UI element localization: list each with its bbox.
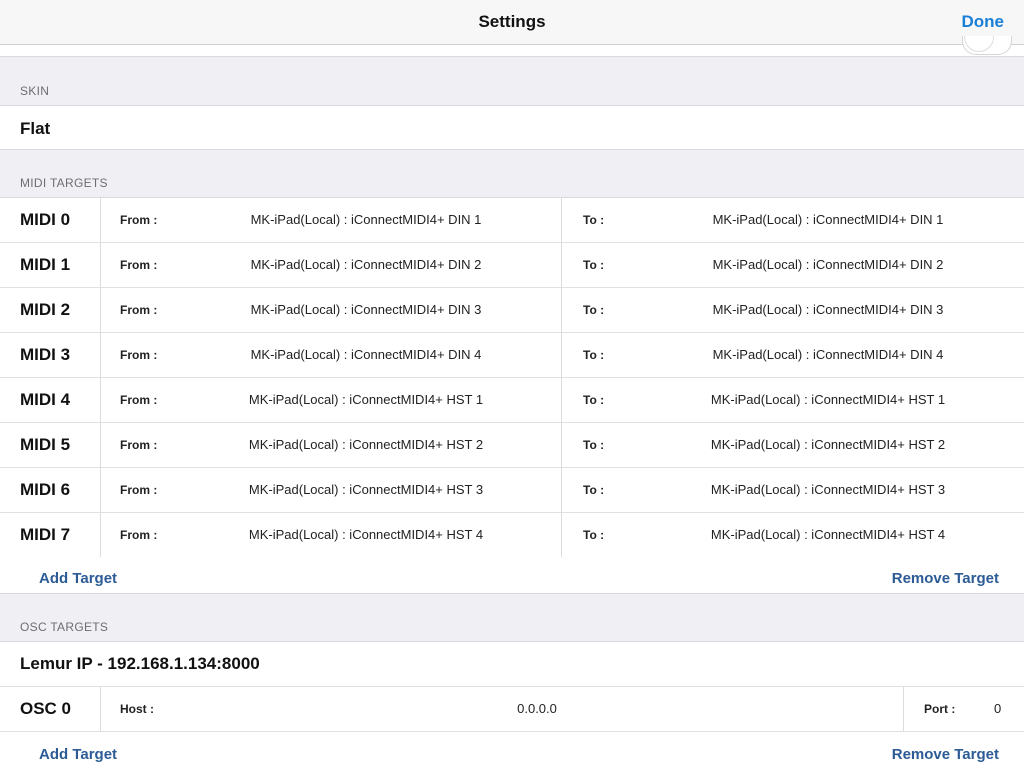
- midi-target-name: MIDI 5: [20, 435, 71, 454]
- midi-to-value[interactable]: MK-iPad(Local) : iConnectMIDI4+ DIN 1: [713, 212, 944, 227]
- midi-target-name: MIDI 3: [20, 345, 71, 364]
- midi-target-row[interactable]: MIDI 0 From : MK-iPad(Local) : iConnectMID…: [0, 198, 1024, 243]
- midi-to-value[interactable]: MK-iPad(Local) : iConnectMIDI4+ DIN 4: [713, 347, 944, 362]
- midi-to-divider: [561, 198, 562, 242]
- midi-name-divider: [100, 333, 101, 377]
- midi-to-divider: [561, 423, 562, 467]
- osc-name: OSC 0: [20, 699, 72, 718]
- midi-to-label: To :: [583, 393, 605, 407]
- midi-target-name: MIDI 4: [20, 390, 71, 409]
- midi-from-label: From :: [120, 213, 158, 227]
- midi-from-label: From :: [120, 393, 158, 407]
- midi-from-value[interactable]: MK-iPad(Local) : iConnectMIDI4+ DIN 4: [251, 347, 482, 362]
- midi-to-label: To :: [583, 303, 605, 317]
- midi-from-value[interactable]: MK-iPad(Local) : iConnectMIDI4+ HST 1: [249, 392, 483, 407]
- midi-name-divider: [100, 288, 101, 332]
- osc-port-field[interactable]: 0: [994, 701, 1001, 716]
- midi-from-label: From :: [120, 438, 158, 452]
- osc-add-target-button[interactable]: Add Target: [39, 746, 117, 763]
- midi-from-label: From :: [120, 528, 158, 542]
- done-button[interactable]: Done: [962, 12, 1005, 32]
- osc-targets-group: Lemur IP - 192.168.1.134:8000 OSC 0 Host…: [0, 641, 1024, 782]
- osc-actions-row: Add Target Remove Target: [0, 732, 1024, 775]
- midi-target-row[interactable]: MIDI 3 From : MK-iPad(Local) : iConnectMID…: [0, 333, 1024, 378]
- midi-name-divider: [100, 423, 101, 467]
- skin-section-header: SKIN: [20, 84, 50, 98]
- midi-from-label: From :: [120, 258, 158, 272]
- midi-name-divider: [100, 468, 101, 512]
- midi-from-value[interactable]: MK-iPad(Local) : iConnectMIDI4+ DIN 3: [251, 302, 482, 317]
- midi-to-value[interactable]: MK-iPad(Local) : iConnectMIDI4+ HST 1: [711, 392, 945, 407]
- midi-to-value[interactable]: MK-iPad(Local) : iConnectMIDI4+ HST 2: [711, 437, 945, 452]
- midi-to-divider: [561, 243, 562, 287]
- osc-host-label: Host :: [120, 702, 154, 716]
- midi-target-row[interactable]: MIDI 2 From : MK-iPad(Local) : iConnectMID…: [0, 288, 1024, 333]
- osc-port-label: Port :: [924, 702, 956, 716]
- midi-section-header: MIDI TARGETS: [20, 176, 108, 190]
- midi-target-row[interactable]: MIDI 4 From : MK-iPad(Local) : iConnectMID…: [0, 378, 1024, 423]
- midi-add-target-button[interactable]: Add Target: [39, 570, 117, 587]
- midi-target-row[interactable]: MIDI 7 From : MK-iPad(Local) : iConnectMID…: [0, 513, 1024, 557]
- midi-target-row[interactable]: MIDI 6 From : MK-iPad(Local) : iConnectMID…: [0, 468, 1024, 513]
- osc-section-header: OSC TARGETS: [20, 620, 109, 634]
- midi-target-name: MIDI 1: [20, 255, 71, 274]
- midi-to-label: To :: [583, 258, 605, 272]
- osc-remove-target-button[interactable]: Remove Target: [892, 746, 999, 763]
- lemur-ip-row[interactable]: Lemur IP - 192.168.1.134:8000: [0, 642, 1024, 687]
- midi-from-value[interactable]: MK-iPad(Local) : iConnectMIDI4+ HST 3: [249, 482, 483, 497]
- osc-divider: [100, 687, 101, 731]
- midi-to-value[interactable]: MK-iPad(Local) : iConnectMIDI4+ DIN 3: [713, 302, 944, 317]
- midi-to-value[interactable]: MK-iPad(Local) : iConnectMIDI4+ DIN 2: [713, 257, 944, 272]
- page-title: Settings: [478, 12, 546, 31]
- skin-value: Flat: [20, 119, 51, 138]
- midi-to-divider: [561, 378, 562, 422]
- midi-remove-target-button[interactable]: Remove Target: [892, 570, 999, 587]
- midi-to-value[interactable]: MK-iPad(Local) : iConnectMIDI4+ HST 4: [711, 527, 945, 542]
- midi-target-name: MIDI 6: [20, 480, 71, 499]
- osc-port-divider: [903, 687, 904, 731]
- midi-from-label: From :: [120, 348, 158, 362]
- midi-to-divider: [561, 468, 562, 512]
- midi-from-value[interactable]: MK-iPad(Local) : iConnectMIDI4+ DIN 2: [251, 257, 482, 272]
- midi-to-divider: [561, 513, 562, 557]
- midi-targets-group: MIDI 0 From : MK-iPad(Local) : iConnectMID…: [0, 197, 1024, 594]
- midi-target-row[interactable]: MIDI 1 From : MK-iPad(Local) : iConnectMID…: [0, 243, 1024, 288]
- midi-to-label: To :: [583, 528, 605, 542]
- midi-target-name: MIDI 7: [20, 525, 71, 544]
- midi-to-label: To :: [583, 348, 605, 362]
- skin-row[interactable]: Flat: [0, 106, 1024, 149]
- midi-from-value[interactable]: MK-iPad(Local) : iConnectMIDI4+ HST 4: [249, 527, 483, 542]
- midi-from-value[interactable]: MK-iPad(Local) : iConnectMIDI4+ DIN 1: [251, 212, 482, 227]
- midi-target-name: MIDI 2: [20, 300, 71, 319]
- midi-to-label: To :: [583, 213, 605, 227]
- scrolled-row: [0, 45, 1024, 57]
- skin-group: Flat: [0, 105, 1024, 150]
- midi-to-label: To :: [583, 483, 605, 497]
- midi-name-divider: [100, 378, 101, 422]
- midi-to-label: To :: [583, 438, 605, 452]
- lemur-ip-label: Lemur IP - 192.168.1.134:8000: [20, 654, 260, 673]
- midi-target-name: MIDI 0: [20, 210, 71, 229]
- midi-name-divider: [100, 513, 101, 557]
- midi-from-label: From :: [120, 303, 158, 317]
- midi-to-value[interactable]: MK-iPad(Local) : iConnectMIDI4+ HST 3: [711, 482, 945, 497]
- midi-name-divider: [100, 198, 101, 242]
- midi-to-divider: [561, 288, 562, 332]
- navigation-bar: Settings Done: [0, 0, 1024, 45]
- midi-from-value[interactable]: MK-iPad(Local) : iConnectMIDI4+ HST 2: [249, 437, 483, 452]
- midi-from-label: From :: [120, 483, 158, 497]
- midi-to-divider: [561, 333, 562, 377]
- midi-name-divider: [100, 243, 101, 287]
- midi-target-row[interactable]: MIDI 5 From : MK-iPad(Local) : iConnectMID…: [0, 423, 1024, 468]
- osc-row[interactable]: OSC 0 Host : 0.0.0.0 Port : 0: [0, 687, 1024, 732]
- midi-actions-row: Add Target Remove Target: [0, 557, 1024, 600]
- osc-host-field[interactable]: 0.0.0.0: [517, 701, 557, 716]
- toggle-switch[interactable]: [962, 36, 1012, 55]
